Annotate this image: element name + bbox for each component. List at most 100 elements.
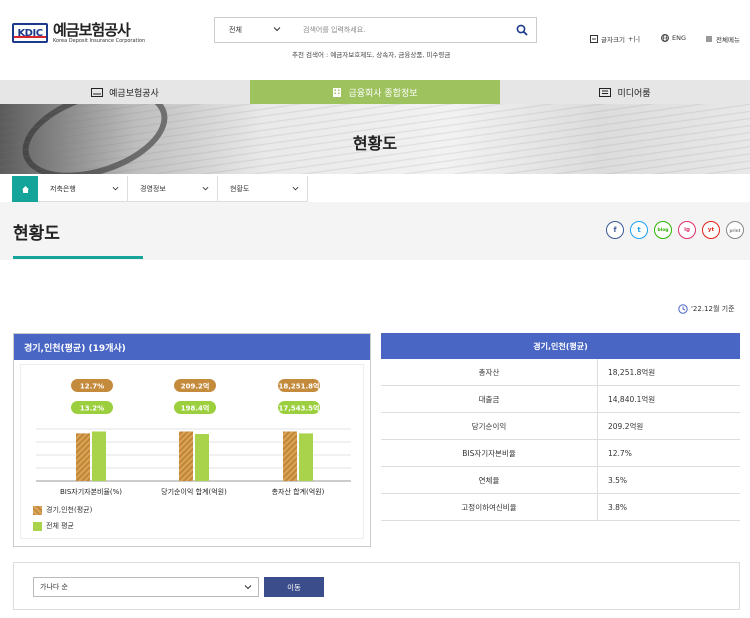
data-label: 12.7% xyxy=(80,383,104,391)
search-button[interactable] xyxy=(508,24,536,36)
table-row: 고정이하여신비율 3.8% xyxy=(381,494,740,521)
chevron-down-icon xyxy=(202,186,209,191)
recommended-label: 추천 검색어 : xyxy=(292,51,329,59)
legend-item-overall: 전체 평균 xyxy=(33,521,74,531)
banner-title: 현황도 xyxy=(352,134,398,153)
table-row-label: 대출금 xyxy=(381,386,598,412)
nav-label: 미디어룸 xyxy=(617,88,651,99)
page-title: 현황도 xyxy=(13,224,60,244)
data-label: 18,251.8억 xyxy=(279,382,320,391)
twitter-icon[interactable]: t xyxy=(630,221,648,239)
reference-date: '22.12월 기준 xyxy=(678,304,735,314)
x-tick-label: BIS자기자본비율(%) xyxy=(60,487,122,496)
chevron-down-icon xyxy=(112,186,119,191)
x-tick-label: 당기순이익 합계(억원) xyxy=(161,487,227,496)
recommended-keywords: 추천 검색어 : 예금자보호제도, 상속자, 금융상품, 미수령금 xyxy=(292,49,450,59)
kdic-logo[interactable]: KDIC 예금보험공사 Korea Deposit Insurance Corp… xyxy=(12,22,145,44)
table-row-value: 3.5% xyxy=(608,475,628,485)
legend-label-overall: 전체 평균 xyxy=(46,522,74,530)
nav-item-financial-info[interactable]: 금융회사 종합정보 xyxy=(250,80,500,104)
nav-label: 금융회사 종합정보 xyxy=(348,88,418,99)
hamburger-icon xyxy=(706,36,712,42)
breadcrumb-item-status[interactable]: 현황도 xyxy=(218,176,308,201)
bar-overall xyxy=(92,431,106,481)
recommended-terms[interactable]: 예금자보호제도, 상속자, 금융상품, 미수령금 xyxy=(330,51,450,59)
table-row-value: 12.7% xyxy=(608,448,632,458)
facebook-icon[interactable]: f xyxy=(606,221,624,239)
search-icon xyxy=(516,24,528,36)
instagram-icon[interactable]: ig xyxy=(678,221,696,239)
nav-item-media-room[interactable]: 미디어룸 xyxy=(500,80,750,104)
media-icon xyxy=(599,87,612,97)
nav-item-kdic[interactable]: 예금보험공사 xyxy=(0,80,250,104)
table-row: 당기순이익 209.2억원 xyxy=(381,413,740,440)
youtube-icon[interactable]: yt xyxy=(702,221,720,239)
table-header: 경기,인천(평균) xyxy=(381,333,740,359)
table-row-value: 18,251.8억원 xyxy=(608,367,656,377)
go-button[interactable]: 이동 xyxy=(264,577,324,597)
logo-english-name: Korea Deposit Insurance Corporation xyxy=(53,38,146,44)
data-label: 17,543.5억 xyxy=(279,404,320,413)
search-category-label: 전체 xyxy=(229,26,242,34)
breadcrumb-item-savings-bank[interactable]: 저축은행 xyxy=(38,176,128,201)
kdic-icon xyxy=(91,87,104,97)
breadcrumb-label: 현황도 xyxy=(230,184,250,193)
search-category-select[interactable]: 전체 xyxy=(215,25,289,35)
table-row: BIS자기자본비율 12.7% xyxy=(381,440,740,467)
logo-mark: KDIC xyxy=(12,23,48,43)
chart-area: 12.7% 13.2% BIS자기자본비율(%) 209.2억 198.4억당기순이익 … xyxy=(20,364,364,539)
sort-select[interactable]: 가나다 순 xyxy=(33,577,259,597)
search-input[interactable]: 검색어를 입력하세요. xyxy=(289,25,508,35)
table-row-label: 당기순이익 xyxy=(381,413,598,439)
search-bar: 전체 검색어를 입력하세요. xyxy=(214,17,537,43)
reference-date-label: '22.12월 기준 xyxy=(691,305,735,313)
language-eng-link[interactable]: ENG xyxy=(661,34,686,42)
table-row: 대출금 14,840.1억원 xyxy=(381,386,740,413)
language-label: ENG xyxy=(672,34,687,42)
chevron-down-icon xyxy=(244,585,252,590)
clock-icon xyxy=(678,304,688,314)
home-button[interactable] xyxy=(12,176,38,202)
home-icon xyxy=(21,185,29,193)
table-row-value: 14,840.1억원 xyxy=(608,394,656,404)
table-row-value: 209.2억원 xyxy=(608,421,644,431)
chevron-down-icon xyxy=(292,186,299,191)
bar-overall xyxy=(195,434,209,481)
breadcrumb-item-management-info[interactable]: 경영정보 xyxy=(128,176,218,201)
title-underline xyxy=(13,256,143,259)
table-row: 총자산 18,251.8억원 xyxy=(381,359,740,386)
legend-item-region: 경기,인천(평균) xyxy=(33,505,92,515)
legend-label-region: 경기,인천(평균) xyxy=(46,506,93,514)
logo-korean-name: 예금보험공사 xyxy=(53,21,131,39)
x-tick-label: 총자산 합계(억원) xyxy=(272,487,325,496)
sns-share-bar: f t blog ig yt print xyxy=(606,221,744,239)
font-size-icon xyxy=(590,35,598,43)
breadcrumb-label: 저축은행 xyxy=(50,184,76,193)
all-menu-button[interactable]: 전체메뉴 xyxy=(705,34,740,44)
font-size-symbols: +|-| xyxy=(627,35,641,43)
legend-swatch-overall xyxy=(33,521,42,531)
font-size-label: 글자크기 xyxy=(601,36,625,44)
table-row: 연체율 3.5% xyxy=(381,467,740,494)
bar-region xyxy=(179,431,193,481)
main-nav: 예금보험공사 금융회사 종합정보 미디어룸 xyxy=(0,80,750,104)
chart-panel: 경기,인천(평균) (19개사) 12.7% 13.2% BIS자기자본비율(%) 2… xyxy=(13,333,371,547)
data-label: 13.2% xyxy=(80,405,104,413)
blog-icon[interactable]: blog xyxy=(654,221,672,239)
table-row-value: 3.8% xyxy=(608,502,628,512)
legend-swatch-region xyxy=(33,505,42,515)
data-label: 198.4억 xyxy=(181,404,210,413)
bar-chart: 12.7% 13.2% BIS자기자본비율(%) 209.2억 198.4억당기순이익 … xyxy=(36,379,351,496)
globe-icon xyxy=(661,34,669,42)
table-row-label: BIS자기자본비율 xyxy=(381,440,598,466)
font-size-control[interactable]: 글자크기 +|-| xyxy=(590,34,640,44)
breadcrumb-label: 경영정보 xyxy=(140,184,166,193)
sort-selected-label: 가나다 순 xyxy=(40,583,68,591)
page-banner: 현황도 xyxy=(0,104,750,174)
building-icon xyxy=(333,88,342,97)
print-icon[interactable]: print xyxy=(726,221,744,239)
bar-region xyxy=(283,431,297,481)
summary-table: 경기,인천(평균) 총자산 18,251.8억원 대출금 14,840.1억원당기순이… xyxy=(381,333,740,521)
table-row-label: 고정이하여신비율 xyxy=(381,494,598,520)
data-label: 209.2억 xyxy=(181,382,210,391)
